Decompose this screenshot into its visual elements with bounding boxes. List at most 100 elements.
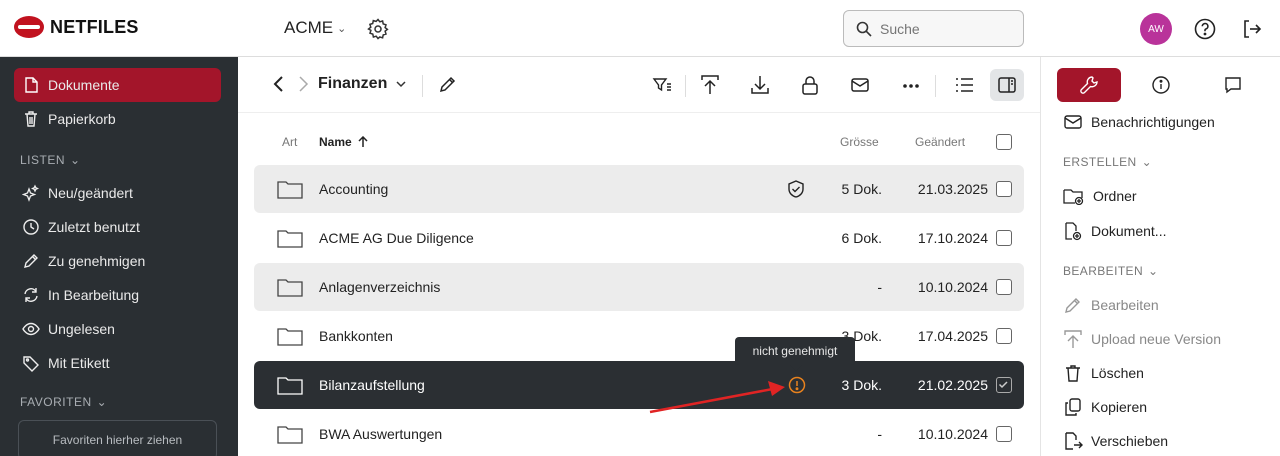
- back-icon[interactable]: [272, 73, 286, 95]
- download-icon[interactable]: [750, 74, 770, 96]
- rename-pencil-icon[interactable]: [438, 74, 458, 94]
- sidebar-item-documents[interactable]: Dokumente: [14, 68, 221, 102]
- logout-icon[interactable]: [1240, 17, 1264, 41]
- row-date: 17.04.2025: [917, 328, 988, 344]
- row-name: Accounting: [319, 181, 389, 197]
- user-avatar[interactable]: AW: [1140, 13, 1172, 45]
- table-row[interactable]: Anlagenverzeichnis - 10.10.2024: [254, 263, 1024, 311]
- trash-icon: [1066, 365, 1080, 382]
- chevron-down-icon: ⌄: [1148, 264, 1159, 278]
- clock-icon: [23, 219, 39, 235]
- tab-comments[interactable]: [1201, 68, 1265, 102]
- row-date: 10.10.2024: [917, 279, 988, 295]
- netfiles-logo[interactable]: NETFILES: [14, 16, 139, 38]
- sidebar-item-unread[interactable]: Ungelesen: [14, 312, 221, 346]
- org-switcher[interactable]: ACME ⌄: [284, 18, 346, 38]
- row-checkbox[interactable]: [996, 328, 1012, 344]
- tab-actions[interactable]: [1057, 68, 1121, 102]
- chevron-down-icon: ⌄: [70, 153, 81, 167]
- forward-icon[interactable]: [296, 73, 310, 95]
- row-size: 5 Dok.: [841, 181, 882, 197]
- edit-heading[interactable]: BEARBEITEN ⌄: [1063, 264, 1159, 278]
- lock-icon[interactable]: [801, 74, 819, 96]
- list-view-icon[interactable]: [954, 76, 974, 94]
- sidebar-item-label: Mit Etikett: [48, 355, 110, 371]
- table-row[interactable]: ACME AG Due Diligence 6 Dok. 17.10.2024: [254, 214, 1024, 262]
- chevron-down-icon: ⌄: [337, 22, 347, 35]
- pencil-icon: [24, 254, 38, 268]
- create-folder-action[interactable]: Ordner: [1063, 187, 1137, 205]
- edit-action[interactable]: Bearbeiten: [1063, 295, 1159, 315]
- row-checkbox[interactable]: [996, 230, 1012, 246]
- sidebar-item-label: Ungelesen: [48, 321, 115, 337]
- row-checkbox[interactable]: [996, 426, 1012, 442]
- filter-icon[interactable]: [652, 75, 672, 95]
- toolbar-divider: [422, 75, 423, 97]
- table-row[interactable]: Accounting 5 Dok. 21.03.2025: [254, 165, 1024, 213]
- move-document-icon: [1065, 432, 1083, 450]
- select-all-checkbox[interactable]: [996, 134, 1012, 150]
- toolbar-divider: [685, 75, 686, 97]
- sidebar-item-to-approve[interactable]: Zu genehmigen: [14, 244, 221, 278]
- chevron-down-icon: ⌄: [96, 395, 108, 409]
- column-header-changed[interactable]: Geändert: [915, 135, 965, 149]
- move-action[interactable]: Verschieben: [1063, 431, 1168, 451]
- sidebar-item-label: Dokumente: [48, 77, 120, 93]
- folder-plus-icon: [1063, 189, 1084, 205]
- checkmark-icon: [998, 381, 1008, 389]
- sidebar-item-recent[interactable]: Zuletzt benutzt: [14, 210, 221, 244]
- search-input[interactable]: [880, 20, 1010, 37]
- upload-icon[interactable]: [700, 74, 720, 96]
- table-row[interactable]: Bankkonten 3 Dok. 17.04.2025: [254, 312, 1024, 360]
- breadcrumb-current: Finanzen: [318, 75, 388, 92]
- column-header-type[interactable]: Art: [282, 135, 297, 149]
- row-name: ACME AG Due Diligence: [319, 230, 474, 246]
- delete-action[interactable]: Löschen: [1063, 363, 1144, 383]
- copy-action[interactable]: Kopieren: [1063, 397, 1147, 417]
- create-heading[interactable]: ERSTELLEN ⌄: [1063, 155, 1152, 169]
- top-bar: NETFILES ACME ⌄ AW: [0, 0, 1280, 57]
- table-row-selected[interactable]: Bilanzaufstellung 3 Dok. 21.02.2025: [254, 361, 1024, 409]
- create-document-action[interactable]: Dokument...: [1063, 221, 1166, 241]
- sort-ascending-icon: [358, 136, 368, 147]
- notifications-action[interactable]: Benachrichtigungen: [1063, 114, 1215, 130]
- table-row[interactable]: BWA Auswertungen - 10.10.2024: [254, 410, 1024, 456]
- folder-icon: [277, 377, 303, 395]
- column-header-name[interactable]: Name: [319, 135, 368, 149]
- row-date: 17.10.2024: [917, 230, 988, 246]
- tab-info[interactable]: [1129, 68, 1193, 102]
- sidebar: Dokumente Papierkorb LISTEN ⌄ Neu/geände…: [0, 57, 238, 456]
- row-size: 6 Dok.: [841, 230, 882, 246]
- sidebar-item-tagged[interactable]: Mit Etikett: [14, 346, 221, 380]
- sparkle-icon: [22, 184, 40, 202]
- search-box[interactable]: [843, 10, 1024, 47]
- mail-icon[interactable]: [850, 76, 870, 94]
- sidebar-item-in-progress[interactable]: In Bearbeitung: [14, 278, 221, 312]
- more-icon[interactable]: [902, 83, 920, 89]
- favorites-dropzone[interactable]: Favoriten hierher ziehen: [18, 420, 217, 456]
- toggle-details-panel-button[interactable]: [990, 69, 1024, 101]
- help-icon[interactable]: [1193, 17, 1217, 41]
- favorites-heading[interactable]: FAVORITEN ⌄: [20, 395, 107, 409]
- row-date: 21.02.2025: [917, 377, 988, 393]
- row-checkbox[interactable]: [996, 377, 1012, 393]
- sidebar-item-trash[interactable]: Papierkorb: [14, 102, 221, 136]
- tag-icon: [23, 356, 39, 372]
- mail-icon: [1064, 115, 1082, 129]
- upload-new-version-action[interactable]: Upload neue Version: [1063, 329, 1221, 349]
- column-header-size[interactable]: Grösse: [840, 135, 879, 149]
- lists-heading[interactable]: LISTEN ⌄: [20, 153, 81, 167]
- breadcrumb[interactable]: Finanzen: [318, 75, 407, 93]
- row-date: 21.03.2025: [917, 181, 988, 197]
- details-panel: Benachrichtigungen ERSTELLEN ⌄ Ordner Do…: [1040, 57, 1280, 456]
- row-checkbox[interactable]: [996, 181, 1012, 197]
- gear-icon[interactable]: [366, 17, 390, 41]
- search-icon: [856, 21, 872, 37]
- folder-icon: [277, 328, 303, 346]
- row-checkbox[interactable]: [996, 279, 1012, 295]
- sidebar-item-new-changed[interactable]: Neu/geändert: [14, 176, 221, 210]
- warning-circle-icon[interactable]: [788, 376, 806, 394]
- row-size: 3 Dok.: [841, 377, 882, 393]
- sidebar-item-label: Neu/geändert: [48, 185, 133, 201]
- row-name: BWA Auswertungen: [319, 426, 443, 442]
